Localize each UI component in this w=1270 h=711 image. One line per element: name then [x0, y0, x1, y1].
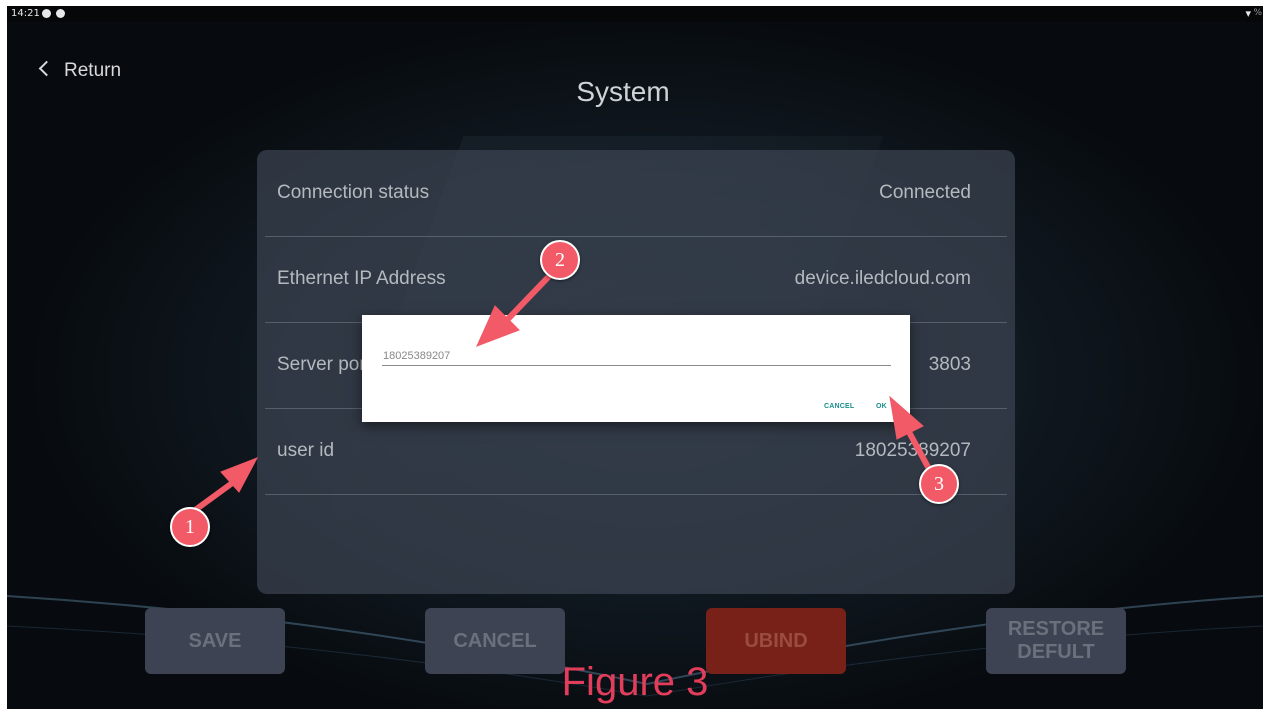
- arrow-2: [476, 265, 560, 347]
- android-screen: 14:21 ▾ % Return System Connection statu…: [7, 6, 1263, 709]
- annotation-arrows: [185, 265, 938, 519]
- figure-caption: Figure 3: [561, 660, 709, 704]
- arrow-1: [185, 457, 259, 519]
- annotation-marker-1: 1: [170, 507, 210, 547]
- annotation-marker-2: 2: [540, 240, 580, 280]
- annotation-marker-3: 3: [919, 464, 959, 504]
